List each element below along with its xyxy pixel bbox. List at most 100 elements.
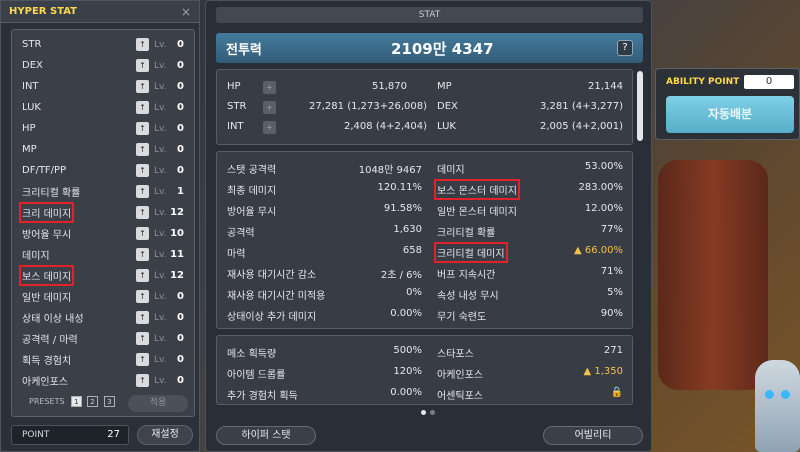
hyper-stat-button[interactable]: 하이퍼 스탯 [216, 426, 316, 445]
scrollbar[interactable] [637, 71, 643, 141]
stat-row-int: INT + 2,408 (4+2,404) [227, 118, 427, 138]
level-label: Lv. [154, 144, 167, 155]
stat-value: 0% [406, 287, 422, 298]
level-up-icon[interactable]: ↑ [136, 122, 149, 135]
level-up-icon[interactable]: ↑ [136, 143, 149, 156]
stat-row: 데미지 53.00% [437, 158, 623, 178]
stat-row: 메소 획득량 500% [227, 342, 422, 362]
stat-value: 2,005 (4+2,001) [540, 121, 623, 132]
preset-3-button[interactable]: 3 [104, 396, 115, 407]
close-icon[interactable]: × [181, 5, 191, 19]
hyper-stat-level: 10 [170, 228, 184, 239]
stat-value: 12.00% [584, 203, 623, 214]
apply-button[interactable]: 적용 [128, 395, 188, 412]
level-up-icon[interactable]: ↑ [136, 206, 149, 219]
hyper-stat-name: 일반 데미지 [22, 293, 72, 304]
level-up-icon[interactable]: ↑ [136, 185, 149, 198]
hyper-stat-level: 0 [177, 60, 184, 71]
level-label: Lv. [154, 333, 167, 344]
stat-value: 27,281 (1,273+26,008) [309, 101, 427, 112]
level-up-icon[interactable]: ↑ [136, 101, 149, 114]
level-up-icon[interactable]: ↑ [136, 311, 149, 324]
stat-value: 3,281 (4+3,277) [540, 101, 623, 112]
ability-button[interactable]: 어빌리티 [543, 426, 643, 445]
level-up-icon[interactable]: ↑ [136, 227, 149, 240]
hyper-stat-level: 0 [177, 165, 184, 176]
level-up-icon[interactable]: ↑ [136, 38, 149, 51]
misc-stats-box: 메소 획득량 500% 아이템 드롭률 120% 추가 경험치 획득 0.00% 스타포스 2… [216, 335, 633, 405]
detail-stats-box: 스탯 공격력 1048만 9467 최종 데미지 120.11% 방어율 무시 91.58… [216, 151, 633, 329]
hyper-stat-level: 0 [177, 81, 184, 92]
page-dot-2[interactable] [430, 410, 435, 415]
presets-label: PRESETS [29, 397, 65, 406]
level-up-icon[interactable]: ↑ [136, 164, 149, 177]
level-label: Lv. [154, 186, 167, 197]
stat-row: 크리티컬 데미지 ▲ 66.00% [434, 242, 623, 263]
stat-row: 버프 지속시간 71% [437, 263, 623, 283]
stat-label: 스타포스 [437, 349, 474, 360]
level-label: Lv. [154, 270, 167, 281]
hyper-stat-name: 아케인포스 [22, 377, 68, 388]
stat-panel: STAT 전투력 2109만 4347 ? HP + 51,870 MP 21,… [205, 0, 652, 452]
hyper-stat-row: 방어율 무시 ↑ Lv. 10 [12, 223, 196, 244]
level-up-icon[interactable]: ↑ [136, 59, 149, 72]
level-label: Lv. [154, 291, 167, 302]
hyper-stat-name: MP [22, 144, 37, 155]
help-icon[interactable]: ? [617, 40, 633, 56]
stat-row: 재사용 대기시간 감소 2초 / 6% [227, 263, 422, 283]
level-up-icon[interactable]: ↑ [136, 353, 149, 366]
plus-icon[interactable]: + [263, 121, 276, 134]
stat-label: 상태이상 추가 데미지 [227, 312, 317, 323]
reset-button[interactable]: 재설정 [137, 425, 193, 445]
hyper-stat-row: 상태 이상 내성 ↑ Lv. 0 [12, 307, 196, 328]
hyper-stat-level: 0 [177, 39, 184, 50]
level-up-icon[interactable]: ↑ [136, 290, 149, 303]
stat-label: STR [227, 101, 247, 112]
hyper-stat-row: 보스 데미지 ↑ Lv. 12 [12, 265, 196, 286]
stat-label: 아이템 드롭률 [227, 370, 286, 381]
stat-value: 51,870 [372, 81, 407, 92]
stat-row: 최종 데미지 120.11% [227, 179, 422, 199]
stat-value: 120% [393, 366, 422, 377]
stat-row-mp: MP 21,144 [437, 78, 623, 98]
level-up-icon[interactable]: ↑ [136, 80, 149, 93]
stat-row: 스타포스 271 [437, 342, 623, 362]
hyper-stat-row: HP ↑ Lv. 0 [12, 118, 196, 139]
stat-value: 658 [402, 245, 422, 256]
stat-label: 어센틱포스 [437, 391, 483, 402]
mascot-eye [781, 390, 790, 399]
stat-value: 1048만 9467 [358, 165, 422, 176]
hyper-stat-level: 11 [170, 249, 184, 260]
stat-row: 방어율 무시 91.58% [227, 200, 422, 220]
level-up-icon[interactable]: ↑ [136, 248, 149, 261]
level-label: Lv. [154, 81, 167, 92]
stat-row: 마력 658 [227, 242, 422, 262]
level-label: Lv. [154, 165, 167, 176]
preset-1-button[interactable]: 1 [71, 396, 82, 407]
level-up-icon[interactable]: ↑ [136, 269, 149, 282]
stat-value: 90% [600, 308, 623, 319]
stat-row: 속성 내성 무시 5% [437, 284, 623, 304]
level-label: Lv. [154, 228, 167, 239]
basic-stats-box: HP + 51,870 MP 21,144 STR + 27,281 (1,27… [216, 69, 633, 145]
level-up-icon[interactable]: ↑ [136, 374, 149, 387]
stat-row-dex: DEX 3,281 (4+3,277) [437, 98, 623, 118]
auto-assign-button[interactable]: 자동배분 [666, 96, 794, 133]
stat-value: 91.58% [383, 203, 422, 214]
level-up-icon[interactable]: ↑ [136, 332, 149, 345]
page-dot-1[interactable] [421, 410, 426, 415]
hyper-stat-level: 1 [177, 186, 184, 197]
combat-power-label: 전투력 [226, 43, 262, 58]
hyper-stat-level: 0 [177, 333, 184, 344]
hyper-stat-title: HYPER STAT [9, 6, 77, 17]
hyper-stat-row: STR ↑ Lv. 0 [12, 34, 196, 55]
plus-icon[interactable]: + [263, 81, 276, 94]
stat-label: 추가 경험치 획득 [227, 391, 298, 402]
hyper-stat-row: 아케인포스 ↑ Lv. 0 [12, 370, 196, 391]
preset-2-button[interactable]: 2 [87, 396, 98, 407]
level-label: Lv. [154, 375, 167, 386]
stat-value: ▲ 66.00% [574, 245, 623, 256]
stat-value: 21,144 [588, 81, 623, 92]
plus-icon[interactable]: + [263, 101, 276, 114]
level-label: Lv. [154, 102, 167, 113]
